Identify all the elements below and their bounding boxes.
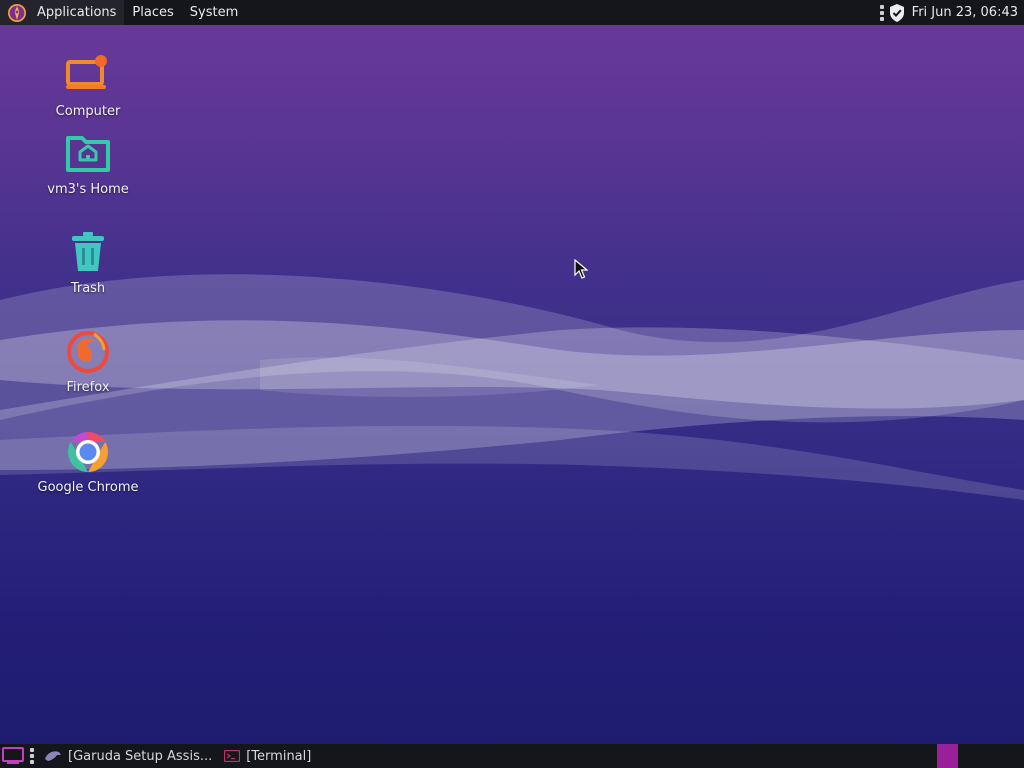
desktop-icon-computer[interactable]: Computer <box>28 52 148 119</box>
workspace-switcher-active[interactable] <box>937 744 958 768</box>
chrome-icon <box>68 432 108 472</box>
menu-places[interactable]: Places <box>124 0 181 25</box>
garuda-logo-icon[interactable] <box>7 3 27 23</box>
dots-icon[interactable] <box>30 748 34 764</box>
desktop-icon-label: Firefox <box>66 380 110 395</box>
desktop-icon-home[interactable]: vm3's Home <box>28 130 148 197</box>
garuda-bird-icon <box>45 751 61 761</box>
taskbar-item-label: [Garuda Setup Assis... <box>68 748 213 764</box>
terminal-icon <box>224 750 241 762</box>
desktop-icon-firefox[interactable]: Firefox <box>28 328 148 395</box>
taskbar-item-garuda-setup[interactable]: [Garuda Setup Assis... <box>38 744 218 768</box>
dots-icon[interactable] <box>879 4 884 21</box>
desktop-icon-trash[interactable]: Trash <box>28 229 148 296</box>
shield-check-icon[interactable] <box>888 3 906 23</box>
show-desktop-icon[interactable] <box>2 747 24 765</box>
bottom-panel: [Garuda Setup Assis... [Terminal] <box>0 744 1024 768</box>
wallpaper-waves <box>0 274 1024 500</box>
trash-icon <box>72 232 104 271</box>
menu-applications[interactable]: Applications <box>29 0 124 25</box>
top-panel: Applications Places System Fri Jun 23, 0… <box>0 0 1024 25</box>
taskbar-item-label: [Terminal] <box>246 748 312 764</box>
desktop-icon-chrome[interactable]: Google Chrome <box>28 428 148 495</box>
home-folder-icon <box>66 136 110 172</box>
clock[interactable]: Fri Jun 23, 06:43 <box>912 5 1018 20</box>
computer-icon <box>66 55 107 89</box>
desktop-icon-label: Computer <box>55 104 121 119</box>
taskbar-item-terminal[interactable]: [Terminal] <box>218 744 317 768</box>
system-tray: Fri Jun 23, 06:43 <box>879 3 1024 23</box>
desktop-icon-label: vm3's Home <box>47 182 129 197</box>
firefox-icon <box>67 331 109 373</box>
desktop-icon-label: Trash <box>70 281 106 296</box>
desktop-icon-label: Google Chrome <box>37 480 139 495</box>
mouse-pointer-icon <box>574 259 588 279</box>
menu-system[interactable]: System <box>182 0 246 25</box>
applications-menu-bar: Applications <box>0 0 125 25</box>
